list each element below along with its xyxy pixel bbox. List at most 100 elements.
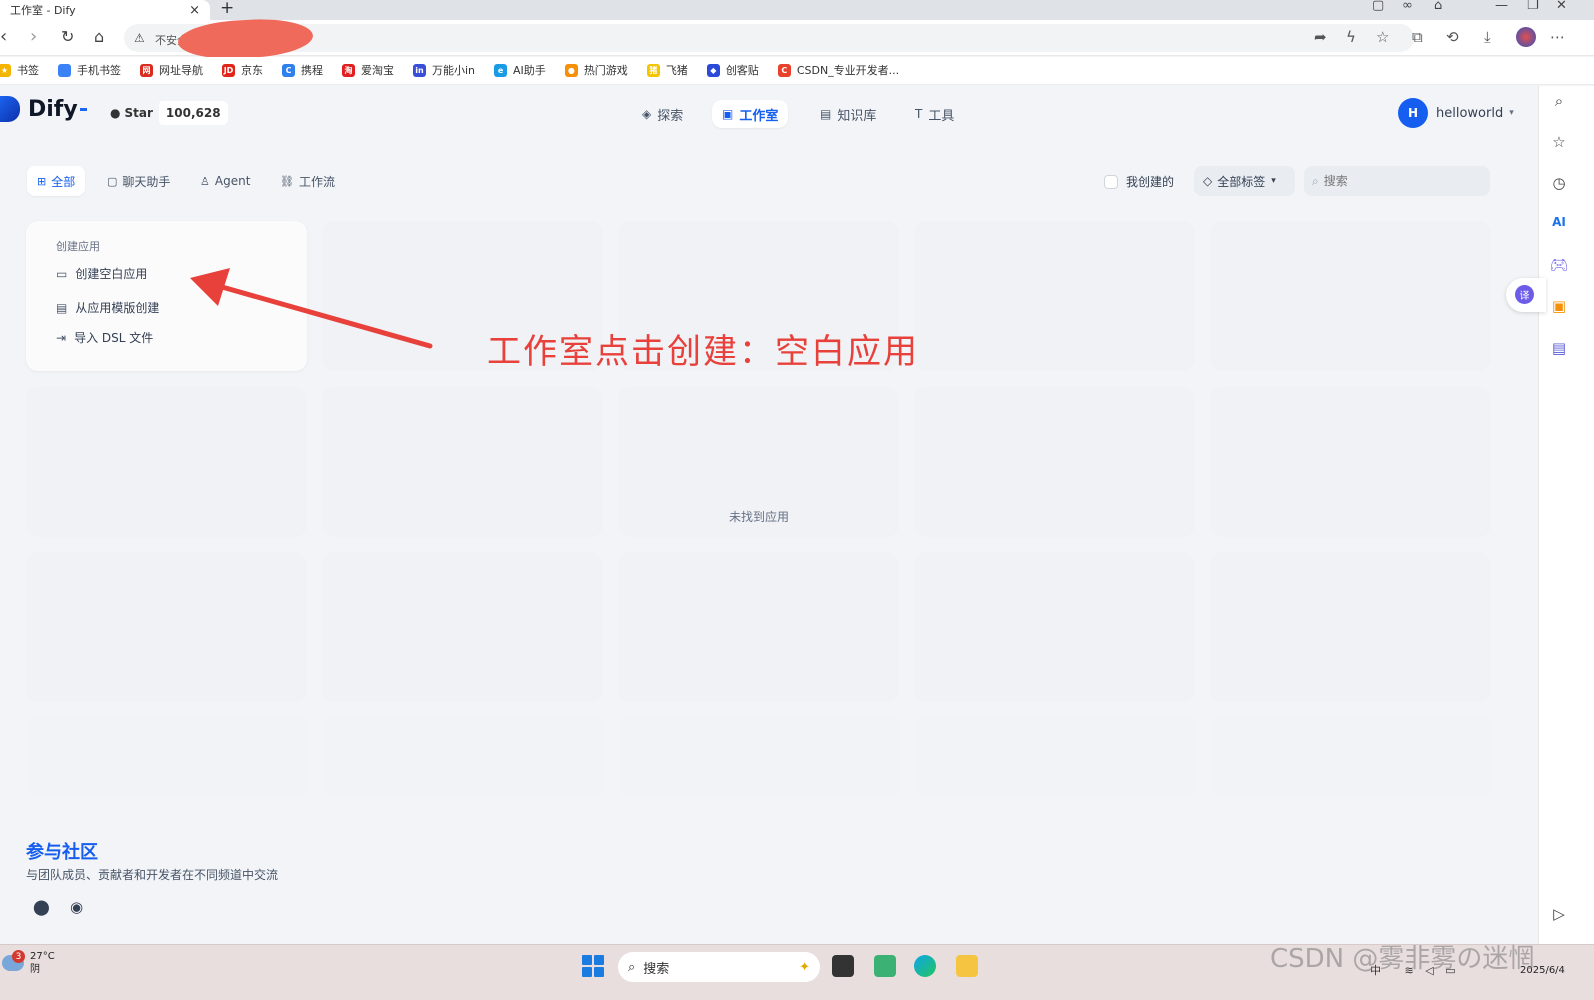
weather-widget[interactable]: 27°C 阴 bbox=[2, 950, 55, 976]
created-by-me-checkbox[interactable]: 我创建的 bbox=[1104, 173, 1174, 190]
bookmark-item[interactable]: JD 京东 bbox=[222, 62, 263, 78]
bookmark-favicon-icon: JD bbox=[222, 63, 235, 77]
more-menu-icon[interactable]: ⋯ bbox=[1550, 28, 1565, 46]
logo-underscore bbox=[79, 107, 87, 111]
user-name: helloworld bbox=[1436, 105, 1504, 121]
hammer-icon: T bbox=[915, 107, 923, 121]
avatar: H bbox=[1398, 98, 1428, 128]
copilot-sparkle-icon: ✦ bbox=[799, 959, 810, 975]
nav-knowledge-label: 知识库 bbox=[837, 108, 877, 124]
sidebar-ai-icon[interactable]: AI bbox=[1549, 215, 1569, 229]
back-icon[interactable]: ‹ bbox=[0, 27, 7, 47]
checkbox-box[interactable] bbox=[1104, 174, 1118, 189]
app-icon[interactable] bbox=[874, 955, 896, 977]
bookmark-favicon-icon: 网 bbox=[140, 63, 153, 77]
windows-start-icon[interactable] bbox=[582, 955, 604, 977]
close-window-icon[interactable]: ✕ bbox=[1556, 0, 1567, 13]
pin-icon[interactable]: ⌂ bbox=[1434, 0, 1442, 13]
bookmark-item[interactable]: in 万能小in bbox=[413, 62, 475, 78]
github-star-count: 100,628 bbox=[158, 101, 228, 125]
sidebar-toolbox-icon[interactable]: ▣ bbox=[1549, 297, 1569, 315]
robot-icon: ▣ bbox=[722, 107, 734, 121]
download-icon[interactable]: ⤓ bbox=[1484, 28, 1491, 46]
tab-search-icon[interactable]: ▢ bbox=[1372, 0, 1384, 13]
profile-avatar[interactable] bbox=[1516, 27, 1536, 47]
favorite-star-icon[interactable]: ☆ bbox=[1376, 28, 1389, 46]
nav-studio[interactable]: ▣ 工作室 bbox=[712, 100, 789, 128]
bookmark-item[interactable]: 手机书签 bbox=[58, 62, 121, 78]
bookmark-favicon-icon: ◆ bbox=[706, 63, 720, 77]
discord-icon[interactable]: ◉ bbox=[70, 898, 83, 916]
bookmark-item[interactable]: 淘爱淘宝 bbox=[342, 62, 394, 78]
extension-puzzle-icon[interactable]: ⧉ bbox=[1412, 28, 1423, 46]
app-card-placeholder bbox=[618, 552, 899, 702]
history-icon[interactable]: ⟲ bbox=[1446, 28, 1459, 46]
bookmark-label: 创客贴 bbox=[725, 64, 759, 77]
address-bar[interactable] bbox=[124, 24, 1414, 52]
create-app-title: 创建应用 bbox=[56, 240, 100, 253]
filter-tab-agent[interactable]: ♙ Agent bbox=[190, 166, 260, 196]
app-card-placeholder bbox=[26, 552, 307, 702]
tag-icon: ◇ bbox=[1203, 174, 1213, 188]
taskbar-search-label: 搜索 bbox=[643, 961, 670, 977]
task-view-icon[interactable] bbox=[832, 955, 854, 977]
bookmark-favicon-icon: ★ bbox=[0, 63, 11, 77]
import-dsl-button[interactable]: ⇥ 导入 DSL 文件 bbox=[56, 329, 153, 346]
dify-logo[interactable]: Dify bbox=[0, 96, 87, 122]
bookmark-favicon-icon: ● bbox=[564, 63, 578, 77]
created-by-me-label: 我创建的 bbox=[1126, 175, 1175, 189]
bookmark-label: 京东 bbox=[241, 64, 263, 77]
forward-icon[interactable]: › bbox=[30, 27, 37, 47]
bookmark-item[interactable]: ● 热门游戏 bbox=[564, 62, 628, 78]
sidebar-translate-icon[interactable]: ▤ bbox=[1549, 339, 1569, 357]
extensions-icon[interactable]: ∞ bbox=[1402, 0, 1413, 13]
sidebar-search-icon[interactable]: ⌕ bbox=[1549, 92, 1569, 110]
nav-knowledge[interactable]: ▤ 知识库 bbox=[810, 100, 886, 128]
minimize-icon[interactable]: — bbox=[1495, 0, 1508, 13]
tag-filter-select[interactable]: ◇ 全部标签 ▾ bbox=[1194, 166, 1295, 196]
new-tab-button[interactable]: + bbox=[220, 0, 234, 18]
filter-tab-workflow[interactable]: ⛓ 工作流 bbox=[270, 166, 345, 196]
community-title[interactable]: 参与社区 bbox=[26, 838, 98, 864]
bookmark-label: 热门游戏 bbox=[583, 64, 628, 77]
filter-tab-chat[interactable]: ▢ 聊天助手 bbox=[97, 166, 180, 196]
nav-studio-label: 工作室 bbox=[739, 108, 779, 124]
search-box[interactable]: ⌕ bbox=[1304, 166, 1490, 196]
translate-icon[interactable]: 译 bbox=[1515, 285, 1534, 304]
bookmark-favicon-icon: 猪 bbox=[646, 63, 660, 77]
bookmark-item[interactable]: C CSDN_专业开发者... bbox=[777, 62, 899, 78]
bookmark-label: 手机书签 bbox=[77, 64, 121, 77]
nav-explore[interactable]: ◈ 探索 bbox=[632, 100, 693, 128]
share-icon[interactable]: ➦ bbox=[1314, 28, 1327, 46]
sidebar-collapse-icon[interactable]: ▷ bbox=[1549, 905, 1569, 923]
bookmark-label: 书签 bbox=[17, 64, 39, 77]
bookmark-item[interactable]: 猪飞猪 bbox=[646, 62, 688, 78]
lightning-icon[interactable]: ϟ bbox=[1346, 28, 1356, 46]
edge-browser-icon[interactable] bbox=[914, 955, 936, 977]
maximize-icon[interactable]: ❐ bbox=[1527, 0, 1539, 13]
tab-close-icon[interactable]: × bbox=[189, 3, 200, 18]
home-icon[interactable]: ⌂ bbox=[94, 27, 104, 47]
create-blank-app-button[interactable]: ▭ 创建空白应用 bbox=[56, 265, 147, 282]
create-from-template-button[interactable]: ▤ 从应用模版创建 bbox=[56, 299, 159, 316]
bookmark-item[interactable]: ◆ 创客贴 bbox=[706, 62, 759, 78]
sidebar-history-icon[interactable]: ◷ bbox=[1549, 174, 1569, 192]
filter-tab-all[interactable]: ⊞ 全部 bbox=[27, 166, 86, 196]
search-input[interactable] bbox=[1323, 174, 1474, 188]
bookmark-item[interactable]: 网网址导航 bbox=[140, 62, 203, 78]
user-menu[interactable]: H helloworld ▾ bbox=[1398, 98, 1514, 128]
github-star-button[interactable]: ● Star 100,628 bbox=[104, 101, 228, 125]
taskbar-search[interactable]: ⌕ 搜索 ✦ bbox=[618, 952, 820, 982]
github-icon[interactable]: ⬤ bbox=[33, 898, 50, 916]
browser-tab[interactable]: 工作室 - Dify × bbox=[0, 0, 210, 20]
sidebar-favorites-icon[interactable]: ☆ bbox=[1549, 133, 1569, 151]
reload-icon[interactable]: ↻ bbox=[61, 27, 74, 47]
sidebar-game-icon[interactable]: 🎮︎ bbox=[1549, 256, 1569, 274]
bookmark-item[interactable]: ★ 书签 bbox=[0, 62, 39, 78]
file-explorer-icon[interactable] bbox=[956, 955, 978, 977]
bookmark-label: 携程 bbox=[301, 64, 323, 77]
bookmark-item[interactable]: C 携程 bbox=[282, 62, 323, 78]
bookmark-item[interactable]: e AI助手 bbox=[494, 62, 546, 78]
nav-tools[interactable]: T 工具 bbox=[905, 100, 964, 128]
tag-filter-label: 全部标签 bbox=[1217, 174, 1266, 189]
